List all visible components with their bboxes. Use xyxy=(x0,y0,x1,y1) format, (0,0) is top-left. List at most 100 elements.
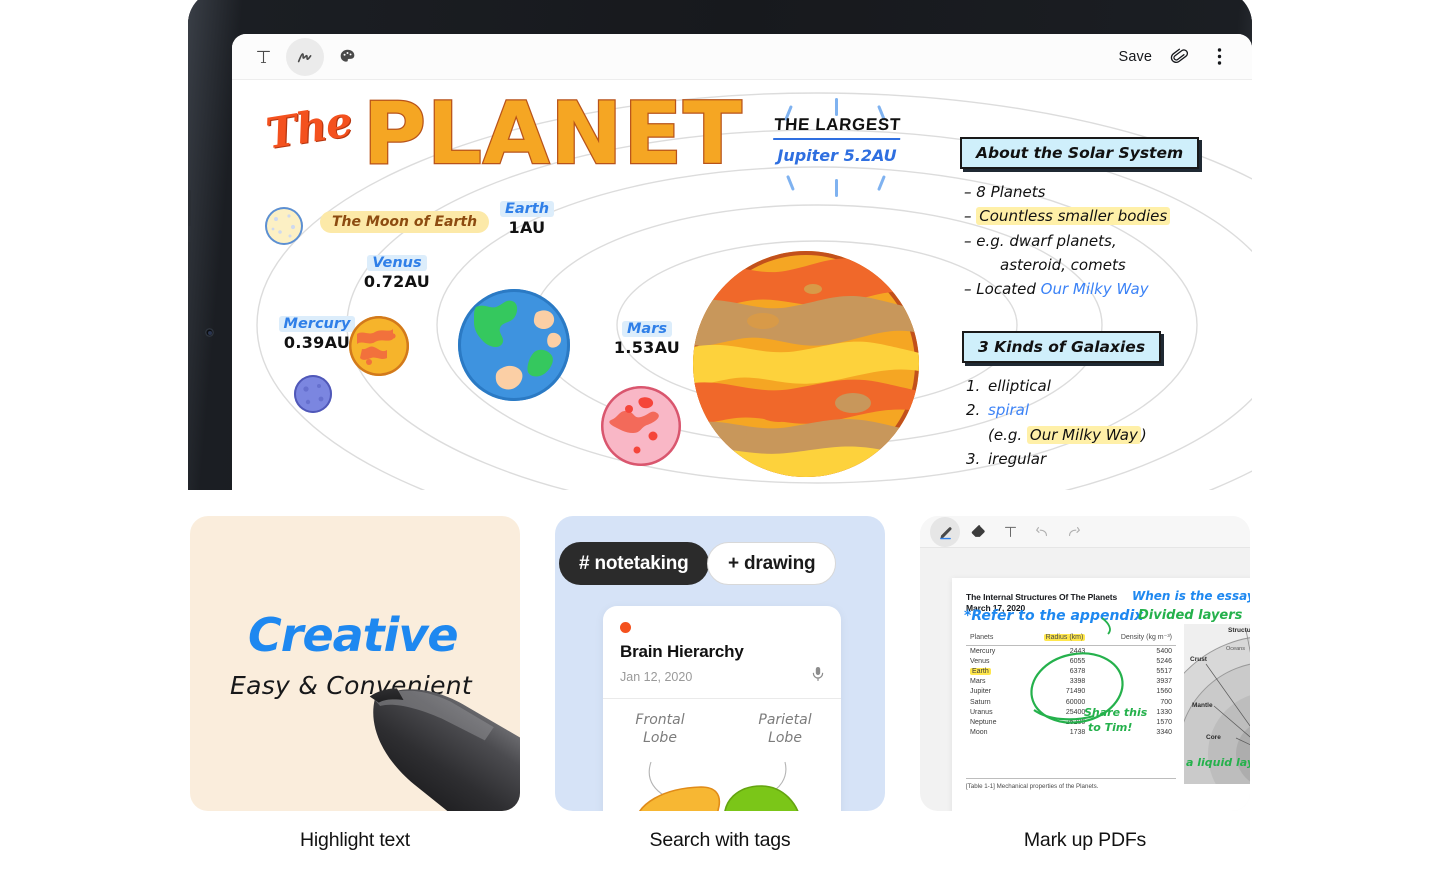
earth-structure-diagram: Structure Oceans Crust Mantle Core a liq… xyxy=(1184,624,1250,784)
structure-title: Structure xyxy=(1228,627,1250,634)
table-col-planets: Planets xyxy=(966,631,1017,646)
tablet-screen: Save The PLANET THE LARGEST Jupiter 5.2A… xyxy=(232,34,1252,490)
toolbar-actions: Save xyxy=(1119,44,1252,70)
planet-venus xyxy=(349,316,409,376)
eraser-icon xyxy=(971,524,985,537)
palette-tool-button[interactable] xyxy=(328,38,366,76)
table-col-density: Density (kg m⁻³) xyxy=(1089,631,1176,646)
text-icon xyxy=(1004,526,1016,537)
structure-label-mantle: Mantle xyxy=(1192,702,1213,709)
planet-label-mars: Mars 1.53AU xyxy=(613,321,681,357)
planet-mercury xyxy=(294,375,332,413)
note-date: Jan 12, 2020 xyxy=(620,670,693,684)
palette-icon xyxy=(340,49,354,62)
microphone-icon xyxy=(812,667,824,682)
ink-annotation-share-line2: to Tim! xyxy=(1088,721,1133,734)
feature-card-mark-up-pdfs[interactable]: The Internal Structures Of The Planets M… xyxy=(920,516,1250,852)
text-icon xyxy=(256,50,270,64)
structure-label-oceans: Oceans xyxy=(1226,646,1245,652)
table-header-row: Planets Radius (km) Density (kg m⁻³) xyxy=(966,631,1176,646)
table-row: Moon 1738 3340 xyxy=(970,729,1172,737)
tablet-volume-down-button[interactable] xyxy=(188,242,191,278)
largest-subtext: Jupiter 5.2AU xyxy=(777,146,897,165)
front-camera xyxy=(205,328,214,337)
brain-diagram xyxy=(639,761,799,811)
highlight-text-preview: Creative Easy & Convenient xyxy=(190,516,520,811)
ink-annotation-liquid-layer: a liquid layer xyxy=(1186,756,1250,769)
ink-annotation-appendix: *Refer to the appendix xyxy=(964,608,1144,624)
note-preview-card[interactable]: Brain Hierarchy Jan 12, 2020 Frontal Lob… xyxy=(603,606,841,811)
note-divider xyxy=(603,698,841,699)
paperclip-icon xyxy=(1170,48,1188,64)
about-item: – Located Our Milky Way xyxy=(964,280,1149,299)
pdf-pen-tool-button[interactable] xyxy=(930,516,960,547)
table-caption: [Table 1-1] Mechanical properties of the… xyxy=(966,778,1176,790)
ink-annotation-share-line1: Share this xyxy=(1084,706,1148,719)
sparkle-ray xyxy=(835,98,838,116)
about-item: – 8 Planets xyxy=(964,183,1046,201)
card-caption: Search with tags xyxy=(649,829,791,851)
text-tool-button[interactable] xyxy=(244,38,282,76)
feature-card-search-with-tags[interactable]: # notetaking + drawing Brain Hierarchy J… xyxy=(555,516,885,852)
pdf-toolbar xyxy=(920,516,1250,548)
tablet-volume-up-button[interactable] xyxy=(188,190,191,226)
pdf-undo-button[interactable] xyxy=(1032,522,1052,542)
table-col-radius: Radius (km) xyxy=(1016,631,1090,646)
planet-label-earth: Earth 1AU xyxy=(472,198,582,237)
planet-earth xyxy=(458,289,570,401)
table-row: Mars 3398 3937 xyxy=(970,678,1172,686)
note-title: Brain Hierarchy xyxy=(620,642,744,661)
note-canvas[interactable]: The PLANET THE LARGEST Jupiter 5.2AU Abo… xyxy=(232,80,1252,490)
note-status-dot xyxy=(620,622,631,633)
card-caption: Mark up PDFs xyxy=(1023,829,1147,851)
table-row: Mercury 2443 5400 xyxy=(970,647,1172,655)
sparkle-ray xyxy=(835,179,838,197)
pdf-eraser-tool-button[interactable] xyxy=(968,522,988,542)
planet-mars xyxy=(601,386,681,466)
tag-chip-drawing[interactable]: + drawing xyxy=(707,542,837,585)
largest-heading: THE LARGEST xyxy=(772,115,902,140)
redo-icon xyxy=(1068,526,1080,536)
note-voice-button[interactable] xyxy=(811,666,825,687)
about-solar-system-heading: About the Solar System xyxy=(960,137,1200,169)
planet-moon xyxy=(265,207,303,245)
mark-up-pdfs-preview: The Internal Structures Of The Planets M… xyxy=(920,516,1250,811)
ink-annotation-divided-layers: Divided layers xyxy=(1138,608,1243,623)
pdf-text-tool-button[interactable] xyxy=(1000,522,1020,542)
feature-card-highlight-text[interactable]: Creative Easy & Convenient Highlight tex… xyxy=(190,516,520,852)
galaxies-heading: 3 Kinds of Galaxies xyxy=(962,331,1162,363)
more-options-button[interactable] xyxy=(1206,44,1232,70)
page-root: Save The PLANET THE LARGEST Jupiter 5.2A… xyxy=(0,0,1440,877)
frontal-lobe-label: Frontal Lobe xyxy=(635,712,685,746)
planet-jupiter xyxy=(693,251,919,477)
pen-icon xyxy=(940,526,952,539)
planet-label-venus: Venus 0.72AU xyxy=(363,255,431,291)
table-row: Venus 6055 5246 xyxy=(970,657,1172,665)
pen-icon xyxy=(297,52,312,62)
galaxy-item: 3. iregular xyxy=(966,449,1047,468)
about-solar-system-list: – 8 Planets – Countless smaller bodies –… xyxy=(964,180,1171,301)
toolbar-tool-group xyxy=(232,37,366,76)
card-caption: Highlight text xyxy=(300,829,410,851)
search-with-tags-preview: # notetaking + drawing Brain Hierarchy J… xyxy=(555,516,885,811)
table-row: Earth 6378 5517 xyxy=(970,667,1172,675)
galaxies-list: 1. elliptical 2. spiral (e.g. Our Milky Wa… xyxy=(966,374,1147,471)
pen-tool-button[interactable] xyxy=(286,37,324,76)
galaxy-item: 2. spiral xyxy=(966,401,1030,420)
pdf-document-page[interactable]: The Internal Structures Of The Planets M… xyxy=(952,578,1250,811)
galaxy-item: 1. elliptical xyxy=(966,377,1051,395)
structure-label-crust: Crust xyxy=(1190,656,1207,663)
about-item: – Countless smaller bodies xyxy=(964,204,1171,228)
note-app-toolbar: Save xyxy=(232,34,1252,80)
tag-chip-notetaking[interactable]: # notetaking xyxy=(559,542,709,585)
moon-label: The Moon of Earth xyxy=(320,211,490,233)
pdf-redo-button[interactable] xyxy=(1064,522,1084,542)
galaxy-item: (e.g. Our Milky Way) xyxy=(988,425,1147,444)
save-button[interactable]: Save xyxy=(1119,49,1152,65)
planet-properties-table: Planets Radius (km) Density (kg m⁻³) Mer… xyxy=(966,631,1176,738)
parietal-lobe-label: Parietal Lobe xyxy=(758,712,812,746)
undo-icon xyxy=(1036,526,1048,536)
attach-button[interactable] xyxy=(1166,44,1192,70)
more-vertical-icon xyxy=(1217,48,1221,65)
tablet-device: Save The PLANET THE LARGEST Jupiter 5.2A… xyxy=(188,0,1252,490)
